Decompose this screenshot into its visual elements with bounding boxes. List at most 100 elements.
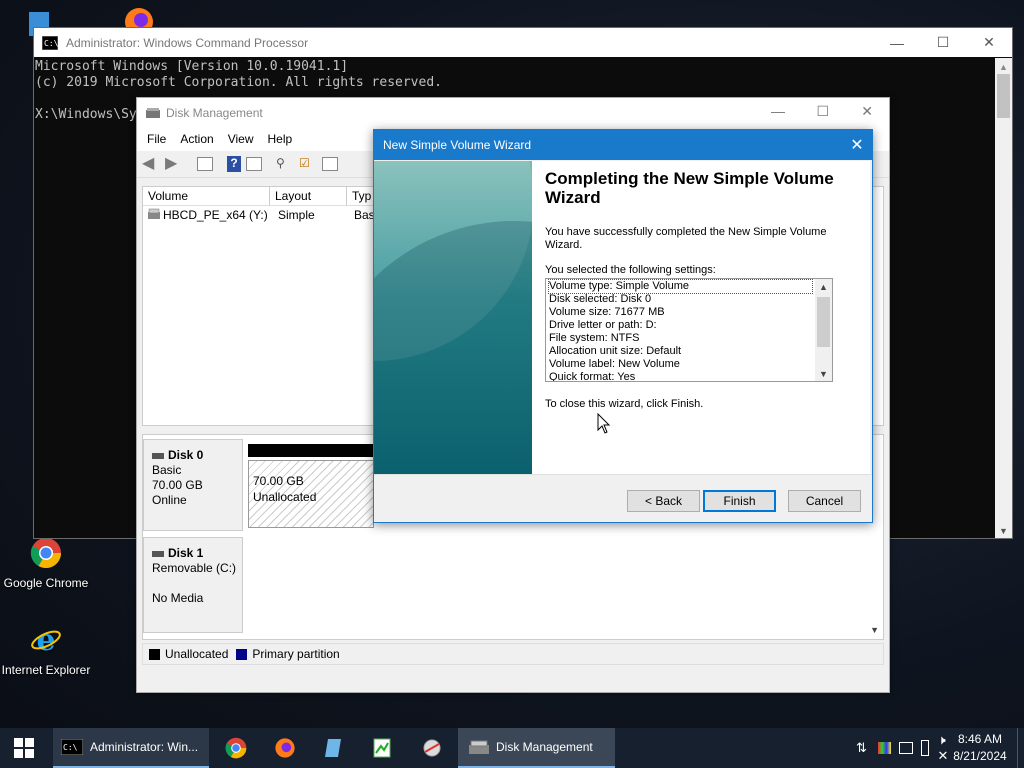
scroll-down-icon[interactable]: ▼ — [819, 369, 828, 379]
disk-management-icon — [146, 107, 160, 118]
wizard-titlebar[interactable]: New Simple Volume Wizard — [374, 130, 872, 160]
disk-0-info[interactable]: Disk 0 Basic 70.00 GB Online — [143, 439, 243, 531]
chrome-icon — [30, 538, 62, 569]
cmd-line: (c) 2019 Microsoft Corporation. All righ… — [35, 75, 442, 90]
cmd-line: Microsoft Windows [Version 10.0.19041.1] — [35, 59, 349, 74]
settings-listbox[interactable]: Volume type: Simple Volume Disk selected… — [545, 278, 833, 382]
column-header-volume[interactable]: Volume — [143, 187, 270, 206]
menu-file[interactable]: File — [147, 132, 166, 146]
cmd-icon: C:\ — [61, 739, 83, 755]
disk-1-info[interactable]: Disk 1 Removable (C:) No Media — [143, 537, 243, 633]
settings-item: Volume type: Simple Volume — [548, 279, 813, 294]
disk-icon — [152, 453, 164, 459]
column-header-layout[interactable]: Layout — [270, 187, 347, 206]
menu-view[interactable]: View — [228, 132, 254, 146]
taskbar-chrome[interactable] — [223, 728, 249, 768]
dm-title: Disk Management — [166, 105, 263, 120]
taskbar-app-3[interactable] — [320, 728, 346, 768]
svg-text:e: e — [36, 624, 55, 656]
taskbar-app-label: Disk Management — [496, 740, 593, 754]
taskbar-app-disk-management[interactable]: Disk Management — [458, 728, 615, 768]
list-icon[interactable] — [322, 157, 338, 171]
close-button[interactable]: ✕ — [842, 130, 872, 160]
finish-button[interactable]: Finish — [703, 490, 776, 512]
disk-name: Disk 1 — [168, 546, 204, 560]
taskbar-firefox[interactable] — [272, 728, 298, 768]
settings-item: Quick format: Yes — [549, 371, 636, 382]
tool-icon — [423, 739, 441, 757]
svg-text:C:\: C:\ — [63, 743, 78, 752]
disk-status: No Media — [152, 591, 204, 605]
settings-item: Volume label: New Volume — [549, 358, 680, 370]
firefox-icon — [275, 738, 295, 758]
minimize-button[interactable]: — — [771, 103, 785, 119]
legend-swatch-unallocated — [149, 648, 160, 660]
disk-0-partition[interactable]: 70.00 GB Unallocated — [248, 444, 374, 529]
menu-action[interactable]: Action — [180, 132, 213, 146]
disk-size: 70.00 GB — [152, 478, 203, 492]
volume-name: HBCD_PE_x64 (Y:) — [163, 208, 268, 222]
taskbar-app-5[interactable] — [419, 728, 445, 768]
wizard-dialog[interactable]: New Simple Volume Wizard ✕ Completing th… — [373, 129, 873, 523]
scroll-up-icon[interactable]: ▲ — [999, 62, 1008, 72]
network-icon[interactable]: ⇅ — [856, 740, 872, 756]
volume-layout: Simple — [278, 208, 315, 222]
settings-item: File system: NTFS — [549, 332, 640, 344]
internet-explorer-icon: e — [31, 623, 61, 658]
desktop-icon-internet-explorer[interactable]: e Internet Explorer — [1, 623, 91, 677]
close-button[interactable]: ✕ — [966, 28, 1012, 57]
settings-item: Drive letter or path: D: — [549, 319, 657, 331]
maximize-button[interactable]: ☐ — [816, 103, 829, 120]
close-button[interactable]: ✕ — [861, 103, 873, 120]
cmd-scrollbar[interactable]: ▲ ▼ — [995, 58, 1012, 538]
partition-state: Unallocated — [253, 490, 317, 504]
back-arrow-icon[interactable]: ◀ — [142, 156, 160, 172]
show-hide-tree-icon[interactable] — [197, 157, 213, 171]
scroll-thumb[interactable] — [817, 297, 830, 347]
battery-icon[interactable] — [920, 740, 930, 756]
show-desktop-button[interactable] — [1017, 728, 1024, 768]
start-button[interactable] — [0, 728, 48, 768]
cmd-title: Administrator: Windows Command Processor — [66, 35, 309, 50]
wizard-banner — [374, 161, 532, 474]
svg-text:C:\: C:\ — [44, 39, 58, 48]
taskbar-app-4[interactable] — [369, 728, 395, 768]
maximize-button[interactable]: ☐ — [920, 28, 966, 57]
legend-label: Primary partition — [252, 647, 340, 661]
cmd-line: X:\Windows\Sy — [35, 107, 137, 122]
settings-scrollbar[interactable]: ▲ ▼ — [815, 279, 832, 381]
dm-titlebar[interactable]: Disk Management — ☐ ✕ — [137, 98, 889, 127]
rescan-icon[interactable]: ⚲ — [276, 156, 294, 172]
cmd-titlebar[interactable]: C:\ Administrator: Windows Command Proce… — [34, 28, 1012, 57]
desktop-icon-label: Google Chrome — [3, 576, 89, 590]
scroll-down-icon[interactable]: ▼ — [999, 526, 1008, 536]
taskbar: C:\ Administrator: Win... Disk Managemen… — [0, 728, 1024, 768]
forward-arrow-icon[interactable]: ▶ — [165, 156, 183, 172]
scroll-up-icon[interactable]: ▲ — [819, 282, 828, 292]
chrome-icon — [225, 737, 247, 759]
cancel-button[interactable]: Cancel — [788, 490, 861, 512]
partition-size: 70.00 GB — [253, 474, 304, 488]
windows-logo-icon — [14, 738, 34, 758]
menu-help[interactable]: Help — [268, 132, 293, 146]
clock-time: 8:46 AM — [957, 732, 1003, 746]
desktop-icon-chrome[interactable]: Google Chrome — [1, 537, 91, 590]
drive-icon — [148, 208, 160, 219]
help-icon[interactable]: ? — [227, 156, 241, 172]
spreadsheet-icon — [373, 738, 391, 758]
scroll-thumb[interactable] — [997, 74, 1010, 118]
legend-swatch-primary — [236, 648, 248, 660]
minimize-button[interactable]: — — [874, 28, 920, 57]
disk-status: Online — [152, 493, 187, 507]
keyboard-icon[interactable] — [899, 742, 913, 754]
display-icon[interactable] — [877, 742, 892, 754]
scroll-down-icon[interactable]: ▼ — [870, 625, 879, 635]
properties-icon[interactable] — [246, 157, 262, 171]
check-icon[interactable]: ☑ — [299, 156, 317, 172]
back-button[interactable]: < Back — [627, 490, 700, 512]
clock[interactable]: 8:46 AM 8/21/2024 — [950, 731, 1010, 765]
table-row[interactable]: HBCD_PE_x64 (Y:) Simple Basi — [143, 207, 383, 225]
wizard-title: New Simple Volume Wizard — [383, 138, 532, 152]
legend-label: Unallocated — [165, 647, 229, 661]
taskbar-app-cmd[interactable]: C:\ Administrator: Win... — [53, 728, 209, 768]
